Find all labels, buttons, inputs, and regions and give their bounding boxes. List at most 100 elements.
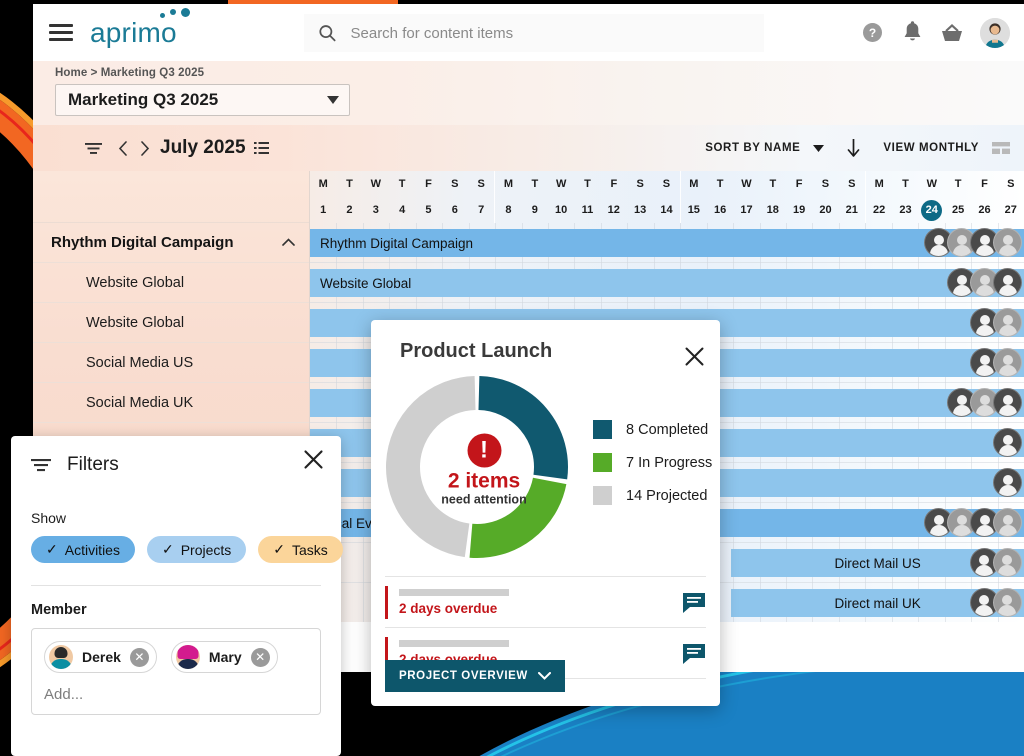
day-of-month-cell[interactable]: 14 bbox=[653, 197, 679, 223]
calendar-week-1: M T W T F S S 1 2 3 4 5 6 7 bbox=[310, 171, 494, 223]
day-of-week-cell: T bbox=[584, 178, 591, 190]
avatar[interactable] bbox=[992, 548, 1022, 577]
avatar[interactable] bbox=[993, 468, 1022, 497]
modal-title: Product Launch bbox=[400, 340, 553, 362]
sort-chevron-down-icon[interactable] bbox=[813, 144, 825, 152]
gantt-bar[interactable]: Website Global bbox=[310, 268, 1024, 297]
remove-member-icon[interactable]: ✕ bbox=[129, 647, 149, 667]
day-of-month-cell[interactable]: 4 bbox=[389, 197, 415, 223]
day-of-week-cell: S bbox=[477, 178, 485, 190]
add-member-input[interactable] bbox=[44, 686, 308, 703]
list-view-icon[interactable] bbox=[253, 142, 269, 154]
day-of-month-cell[interactable]: 27 bbox=[998, 197, 1024, 223]
user-avatar[interactable] bbox=[980, 17, 1010, 48]
view-monthly-button[interactable]: VIEW MONTHLY bbox=[883, 142, 979, 154]
project-overview-button[interactable]: PROJECT OVERVIEW bbox=[385, 660, 565, 692]
day-of-month-cell[interactable]: 3 bbox=[363, 197, 389, 223]
day-of-month-cell[interactable]: 25 bbox=[945, 197, 971, 223]
grid-view-icon[interactable] bbox=[992, 141, 1010, 155]
sidebar-item-website-global-2[interactable]: Website Global bbox=[33, 303, 309, 343]
day-of-month-cell[interactable]: 16 bbox=[707, 197, 733, 223]
chevron-up-icon[interactable] bbox=[282, 238, 295, 246]
sidebar-item-label: Social Media US bbox=[86, 354, 194, 371]
sort-direction-down-arrow-icon[interactable] bbox=[847, 139, 860, 157]
gantt-bar[interactable]: Direct mail UK bbox=[731, 588, 1024, 617]
legend-label: 7 In Progress bbox=[626, 454, 713, 471]
avatar[interactable] bbox=[993, 268, 1022, 297]
day-of-month-cell[interactable]: 15 bbox=[681, 197, 707, 223]
day-number: 12 bbox=[607, 204, 620, 216]
today-cell[interactable]: 24 bbox=[919, 197, 945, 223]
day-of-month-cell[interactable]: 18 bbox=[760, 197, 786, 223]
day-of-month-cell[interactable]: 19 bbox=[786, 197, 812, 223]
basket-icon[interactable] bbox=[940, 21, 964, 45]
notification-bell-icon[interactable] bbox=[900, 21, 924, 45]
day-number: 9 bbox=[531, 204, 538, 216]
sort-by-name-button[interactable]: SORT BY NAME bbox=[705, 142, 800, 154]
comment-icon[interactable] bbox=[682, 643, 706, 665]
day-of-month-cell[interactable]: 17 bbox=[733, 197, 759, 223]
filter-chip-tasks[interactable]: ✓ Tasks bbox=[258, 536, 343, 563]
sidebar-item-rhythm-digital-campaign[interactable]: Rhythm Digital Campaign bbox=[33, 223, 309, 263]
day-of-month-cell[interactable]: 21 bbox=[839, 197, 865, 223]
comment-icon[interactable] bbox=[682, 592, 706, 614]
day-number: 25 bbox=[952, 204, 965, 216]
project-selector[interactable]: Marketing Q3 2025 bbox=[55, 84, 350, 116]
day-of-month-cell[interactable]: 6 bbox=[442, 197, 468, 223]
member-chip-mary[interactable]: Mary ✕ bbox=[170, 641, 278, 673]
day-of-month-row: 1 2 3 4 5 6 7 bbox=[310, 197, 494, 223]
search-input[interactable] bbox=[350, 24, 750, 42]
filters-title: Filters bbox=[67, 454, 119, 475]
close-icon[interactable] bbox=[304, 450, 323, 469]
day-of-month-cell[interactable]: 10 bbox=[548, 197, 574, 223]
day-of-month-cell[interactable]: 1 bbox=[310, 197, 336, 223]
sidebar-item-social-media-uk[interactable]: Social Media UK bbox=[33, 383, 309, 423]
member-chip-derek[interactable]: Derek ✕ bbox=[44, 641, 157, 673]
sidebar-item-social-media-us[interactable]: Social Media US bbox=[33, 343, 309, 383]
day-of-month-cell[interactable]: 12 bbox=[601, 197, 627, 223]
check-icon: ✓ bbox=[161, 541, 174, 557]
day-of-month-cell[interactable]: 7 bbox=[468, 197, 494, 223]
day-of-month-cell[interactable]: 20 bbox=[812, 197, 838, 223]
day-number: 10 bbox=[555, 204, 568, 216]
day-of-week-cell: M bbox=[318, 178, 328, 190]
menu-icon[interactable] bbox=[49, 24, 73, 41]
day-of-month-cell[interactable]: 13 bbox=[627, 197, 653, 223]
day-of-month-cell[interactable]: 5 bbox=[415, 197, 441, 223]
gantt-bar[interactable]: Direct Mail US bbox=[731, 548, 1024, 577]
search-bar[interactable] bbox=[304, 14, 764, 52]
top-bar-icons: ? bbox=[860, 17, 1010, 48]
filter-icon[interactable] bbox=[85, 142, 102, 155]
filter-chip-activities[interactable]: ✓ Activities bbox=[31, 536, 135, 563]
help-icon[interactable]: ? bbox=[860, 21, 884, 45]
day-of-month-cell[interactable]: 11 bbox=[574, 197, 600, 223]
overdue-item-1[interactable]: 2 days overdue bbox=[385, 576, 706, 627]
day-of-month-row: 8 9 10 11 12 13 14 bbox=[495, 197, 679, 223]
top-navigation-bar: aprimo ? bbox=[33, 4, 1024, 61]
gantt-bar[interactable]: Rhythm Digital Campaign bbox=[310, 228, 1024, 257]
avatar[interactable] bbox=[993, 388, 1022, 417]
day-number: 23 bbox=[899, 204, 912, 216]
previous-month-button[interactable] bbox=[118, 140, 127, 156]
filter-chip-projects[interactable]: ✓ Projects bbox=[146, 536, 247, 563]
avatar[interactable] bbox=[993, 348, 1022, 377]
avatar[interactable] bbox=[993, 228, 1022, 257]
close-icon[interactable] bbox=[685, 347, 704, 366]
day-of-month-cell[interactable]: 9 bbox=[522, 197, 548, 223]
sidebar-item-label: Website Global bbox=[86, 274, 185, 291]
remove-member-icon[interactable]: ✕ bbox=[250, 647, 270, 667]
avatar[interactable] bbox=[993, 428, 1022, 457]
avatar[interactable] bbox=[993, 508, 1022, 537]
day-of-month-cell[interactable]: 26 bbox=[971, 197, 997, 223]
avatar[interactable] bbox=[992, 588, 1022, 617]
day-of-month-cell[interactable]: 23 bbox=[892, 197, 918, 223]
filters-panel: Filters Show ✓ Activities ✓ Projects ✓ T… bbox=[11, 436, 343, 756]
day-number: 11 bbox=[581, 204, 594, 216]
day-of-month-cell[interactable]: 22 bbox=[866, 197, 892, 223]
member-input-box[interactable]: Derek ✕ Mary ✕ bbox=[31, 628, 321, 715]
sidebar-item-website-global-1[interactable]: Website Global bbox=[33, 263, 309, 303]
next-month-button[interactable] bbox=[141, 140, 150, 156]
day-of-month-cell[interactable]: 8 bbox=[495, 197, 521, 223]
avatar[interactable] bbox=[993, 308, 1022, 337]
day-of-month-cell[interactable]: 2 bbox=[336, 197, 362, 223]
